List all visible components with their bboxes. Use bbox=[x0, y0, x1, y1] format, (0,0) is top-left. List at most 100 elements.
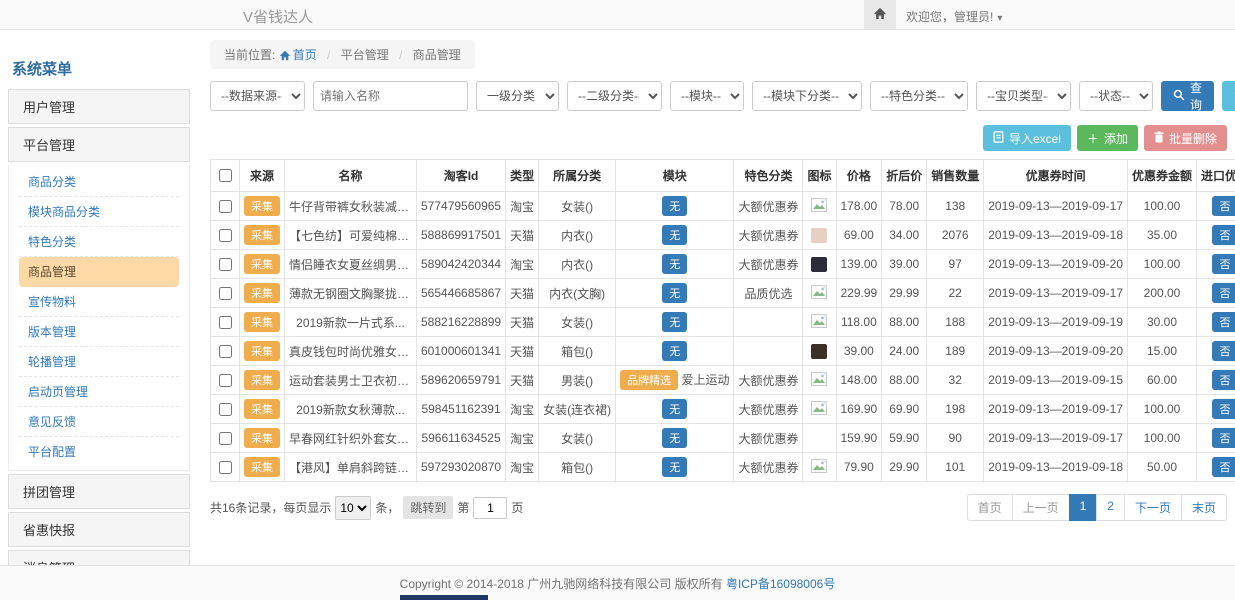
cell-type: 淘宝 bbox=[506, 250, 539, 279]
sidebar-item-express-news[interactable]: 省惠快报 bbox=[8, 512, 190, 547]
sidebar-item-users[interactable]: 用户管理 bbox=[8, 89, 190, 124]
pagination: 共16条记录，每页显示 10 条， 跳转到 第 页 首页上一页12下一页末页 bbox=[210, 494, 1227, 521]
home-button[interactable] bbox=[864, 0, 896, 30]
cell-price: 139.00 bbox=[836, 250, 882, 279]
source-badge: 采集 bbox=[244, 312, 280, 332]
search-button[interactable]: 查询 bbox=[1161, 81, 1214, 111]
cell-coupon-amount: 200.00 bbox=[1128, 279, 1197, 308]
jump-suffix: 页 bbox=[511, 499, 523, 516]
sidebar-item-goods-category[interactable]: 商品分类 bbox=[19, 167, 179, 197]
cell-coupon-time: 2019-09-13—2019-09-18 bbox=[984, 221, 1128, 250]
import-toggle-button[interactable]: 否 bbox=[1212, 225, 1235, 245]
sidebar-item-splash-page[interactable]: 启动页管理 bbox=[19, 377, 179, 407]
filter-bar: --数据来源-- 一级分类 --二级分类-- --模块-- --模块下分类-- --特色分… bbox=[210, 81, 1227, 111]
pager-page-2[interactable]: 2 bbox=[1096, 494, 1125, 521]
name-input[interactable] bbox=[313, 81, 468, 111]
breadcrumb-home-link[interactable]: 首页 bbox=[279, 48, 320, 62]
jump-page-input[interactable] bbox=[473, 497, 507, 519]
feature-category-select[interactable]: --特色分类-- bbox=[870, 81, 968, 111]
status-select[interactable]: --状态-- bbox=[1079, 81, 1153, 111]
cell-name: 牛仔背带裤女秋装减龄... bbox=[285, 192, 417, 221]
cell-discount-price: 59.90 bbox=[882, 424, 927, 453]
level1-category-select[interactable]: 一级分类 bbox=[476, 81, 559, 111]
column-header-10: 销售数量 bbox=[927, 160, 984, 192]
row-checkbox[interactable] bbox=[219, 345, 232, 358]
sidebar-submenu-platform: 商品分类模块商品分类特色分类商品管理宣传物料版本管理轮播管理启动页管理意见反馈平… bbox=[8, 165, 190, 471]
row-checkbox[interactable] bbox=[219, 461, 232, 474]
import-toggle-button[interactable]: 否 bbox=[1212, 312, 1235, 332]
pager-first[interactable]: 首页 bbox=[967, 494, 1013, 521]
module-select[interactable]: --模块-- bbox=[670, 81, 744, 111]
import-toggle-button[interactable]: 否 bbox=[1212, 457, 1235, 477]
import-excel-button[interactable]: 导入excel bbox=[983, 125, 1071, 151]
copyright-text: Copyright © 2014-2018 广州九驰网络科技有限公司 版权所有 bbox=[400, 575, 723, 592]
level2-category-select[interactable]: --二级分类-- bbox=[567, 81, 662, 111]
jump-prefix: 第 bbox=[457, 499, 469, 516]
cell-select bbox=[211, 250, 240, 279]
module-sub-category-select[interactable]: --模块下分类-- bbox=[752, 81, 862, 111]
module-badge: 品牌精选 bbox=[620, 370, 678, 390]
breadcrumb-item-platform: 平台管理 bbox=[341, 48, 389, 62]
breadcrumb-separator: / bbox=[327, 48, 330, 62]
item-type-select[interactable]: --宝贝类型-- bbox=[976, 81, 1071, 111]
cell-coupon-amount: 50.00 bbox=[1128, 453, 1197, 482]
cell-source: 采集 bbox=[240, 308, 285, 337]
cell-taoke-id: 589620659791 bbox=[417, 366, 506, 395]
cell-taoke-id: 596611634525 bbox=[417, 424, 506, 453]
cell-sales: 90 bbox=[927, 424, 984, 453]
import-toggle-button[interactable]: 否 bbox=[1212, 370, 1235, 390]
row-checkbox[interactable] bbox=[219, 374, 232, 387]
pager-last[interactable]: 末页 bbox=[1181, 494, 1227, 521]
column-header-11: 优惠券时间 bbox=[984, 160, 1128, 192]
select-all-checkbox[interactable] bbox=[219, 169, 232, 182]
cell-source: 采集 bbox=[240, 192, 285, 221]
sidebar-item-feedback[interactable]: 意见反馈 bbox=[19, 407, 179, 437]
user-menu[interactable]: 欢迎您，管理员!▾ bbox=[906, 8, 1002, 25]
icp-link[interactable]: 粤ICP备16098006号 bbox=[726, 575, 835, 592]
cell-category: 内衣(文胸) bbox=[539, 279, 616, 308]
cell-taoke-id: 589042420344 bbox=[417, 250, 506, 279]
cell-taoke-id: 588869917501 bbox=[417, 221, 506, 250]
row-checkbox[interactable] bbox=[219, 229, 232, 242]
sidebar-item-carousel[interactable]: 轮播管理 bbox=[19, 347, 179, 377]
import-toggle-button[interactable]: 否 bbox=[1212, 196, 1235, 216]
row-checkbox[interactable] bbox=[219, 403, 232, 416]
batch-delete-button[interactable]: 批量删除 bbox=[1144, 125, 1227, 151]
row-checkbox[interactable] bbox=[219, 316, 232, 329]
sidebar-item-platform[interactable]: 平台管理 bbox=[8, 127, 190, 162]
cell-select bbox=[211, 192, 240, 221]
cell-type: 天猫 bbox=[506, 366, 539, 395]
sidebar-item-version[interactable]: 版本管理 bbox=[19, 317, 179, 347]
sidebar-item-group-buy[interactable]: 拼团管理 bbox=[8, 474, 190, 509]
import-toggle-button[interactable]: 否 bbox=[1212, 341, 1235, 361]
data-source-select[interactable]: --数据来源-- bbox=[210, 81, 305, 111]
reset-button[interactable]: ↻ 重置 bbox=[1222, 81, 1235, 111]
source-badge: 采集 bbox=[244, 341, 280, 361]
pager-prev[interactable]: 上一页 bbox=[1012, 494, 1070, 521]
column-header-13: 进口优选 bbox=[1197, 160, 1235, 192]
jump-button[interactable]: 跳转到 bbox=[403, 496, 453, 519]
row-checkbox[interactable] bbox=[219, 258, 232, 271]
import-toggle-button[interactable]: 否 bbox=[1212, 399, 1235, 419]
sidebar-item-module-goods-category[interactable]: 模块商品分类 bbox=[19, 197, 179, 227]
search-icon bbox=[1173, 89, 1185, 104]
import-toggle-button[interactable]: 否 bbox=[1212, 428, 1235, 448]
bottom-dark-strip bbox=[400, 595, 488, 600]
column-header-0: 来源 bbox=[240, 160, 285, 192]
add-button[interactable]: ＋ 添加 bbox=[1077, 125, 1138, 151]
sidebar-item-platform-config[interactable]: 平台配置 bbox=[19, 437, 179, 466]
pager-next[interactable]: 下一页 bbox=[1124, 494, 1182, 521]
cell-source: 采集 bbox=[240, 395, 285, 424]
row-checkbox[interactable] bbox=[219, 200, 232, 213]
pager-page-1[interactable]: 1 bbox=[1069, 494, 1098, 521]
import-toggle-button[interactable]: 否 bbox=[1212, 283, 1235, 303]
sidebar-item-promo-materials[interactable]: 宣传物料 bbox=[19, 287, 179, 317]
sidebar-item-feature-category[interactable]: 特色分类 bbox=[19, 227, 179, 257]
row-checkbox[interactable] bbox=[219, 432, 232, 445]
sidebar-item-messages[interactable]: 消息管理 bbox=[8, 550, 190, 565]
import-toggle-button[interactable]: 否 bbox=[1212, 254, 1235, 274]
sidebar-item-goods-management[interactable]: 商品管理 bbox=[19, 257, 179, 287]
row-checkbox[interactable] bbox=[219, 287, 232, 300]
per-page-select[interactable]: 10 bbox=[335, 496, 371, 520]
cell-coupon-amount: 100.00 bbox=[1128, 395, 1197, 424]
